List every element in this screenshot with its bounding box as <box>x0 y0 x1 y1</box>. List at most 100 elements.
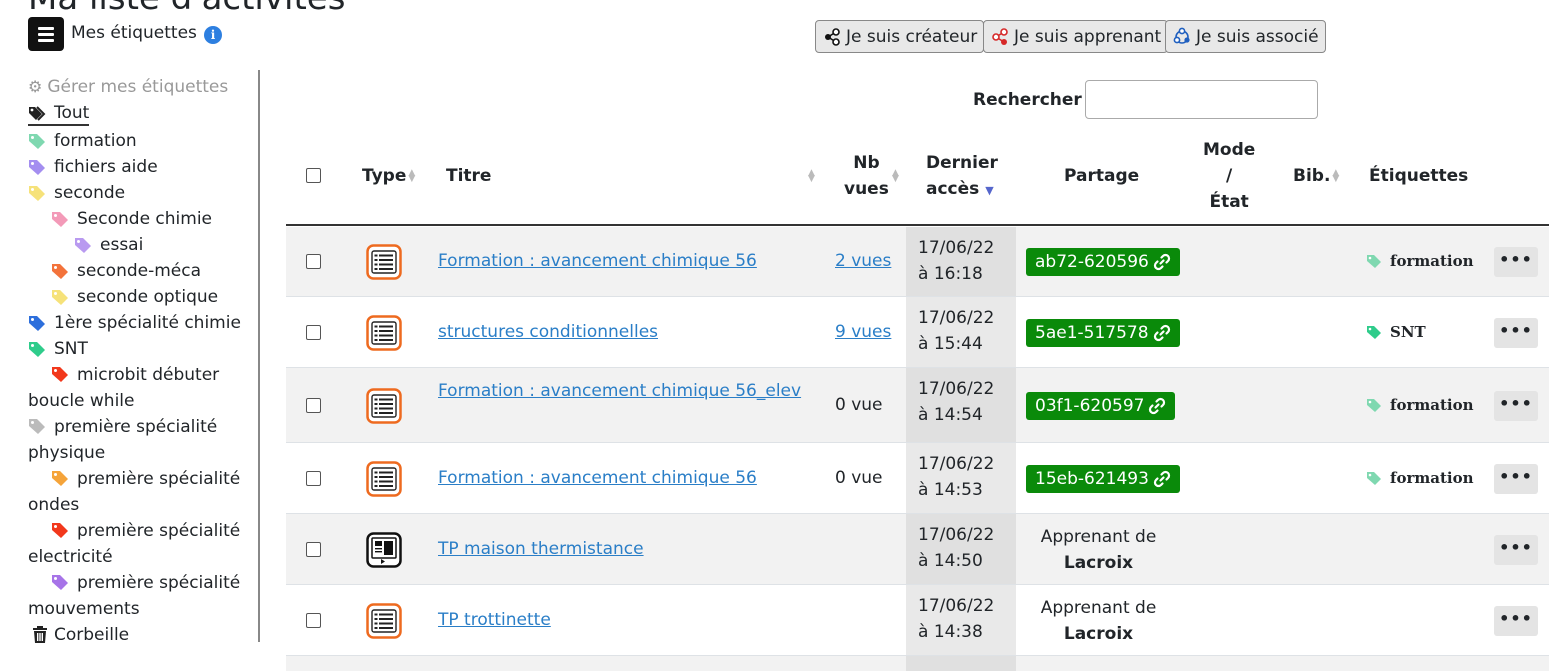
trash-icon <box>33 626 47 643</box>
tag-icon <box>29 316 45 331</box>
sort-desc-icon: ▼ <box>985 184 994 197</box>
list-activity-icon <box>366 244 402 280</box>
header-views[interactable]: Nb vues <box>844 150 889 202</box>
last-access-cell: 17/06/22 à 16:18 <box>906 227 1016 296</box>
role-associate-button[interactable]: Je suis associé <box>1165 20 1326 53</box>
share-code-badge[interactable]: ab72-620596 <box>1026 248 1180 276</box>
table-row[interactable]: Formation : avancement chimique 56 0 vue 1… <box>286 443 1549 514</box>
sidebar-item-tag[interactable]: SNT <box>28 336 248 362</box>
tag-icon <box>52 575 68 590</box>
more-options-button[interactable]: ••• <box>1494 534 1538 565</box>
row-tag[interactable]: formation <box>1366 469 1474 487</box>
sidebar-item-label: formation <box>54 131 137 151</box>
sort-icon[interactable]: ▲ ▼ <box>806 163 815 189</box>
sidebar-item-tag[interactable]: formation <box>28 128 248 154</box>
link-icon <box>1153 324 1170 341</box>
sidebar-item-tag[interactable]: fichiers aide <box>28 154 248 180</box>
tag-icon <box>29 134 45 149</box>
row-checkbox[interactable] <box>306 541 321 557</box>
link-icon <box>1149 397 1166 414</box>
views-link[interactable]: 9 vues <box>835 322 891 342</box>
more-options-button[interactable]: ••• <box>1494 317 1538 348</box>
last-access-date: 17/06/22 <box>918 308 995 328</box>
sidebar-item-tag[interactable]: seconde optique <box>28 284 248 310</box>
more-options-button[interactable]: ••• <box>1494 390 1538 421</box>
manage-tags-link[interactable]: ⚙ Gérer mes étiquettes <box>28 74 248 100</box>
row-checkbox[interactable] <box>306 397 321 413</box>
row-checkbox[interactable] <box>306 324 321 340</box>
sidebar-item-tag[interactable]: première spécialité mouvements <box>28 570 248 622</box>
sidebar-item-label: seconde-méca <box>77 261 202 281</box>
row-tag[interactable]: formation <box>1366 252 1474 270</box>
activity-title-link[interactable]: Formation : avancement chimique 56 <box>438 251 757 271</box>
sort-icon[interactable]: ▲ ▼ <box>890 163 899 189</box>
row-checkbox[interactable] <box>306 470 321 486</box>
more-options-button[interactable]: ••• <box>1494 605 1538 636</box>
search-input[interactable] <box>1085 80 1318 119</box>
row-tag[interactable]: SNT <box>1366 323 1426 341</box>
tags-menu-button[interactable] <box>28 17 64 51</box>
header-type-label: Type <box>362 166 407 186</box>
share-code-badge[interactable]: 03f1-620597 <box>1026 391 1176 420</box>
sidebar-item-tag[interactable]: microbit débuter boucle while <box>28 362 248 414</box>
sidebar-item-tag[interactable]: seconde <box>28 180 248 206</box>
more-options-button[interactable]: ••• <box>1494 463 1538 494</box>
header-last-access[interactable]: Dernier accès ▼ <box>926 150 998 204</box>
role-creator-button[interactable]: Je suis créateur <box>815 20 985 53</box>
table-row[interactable]: Formation : avancement chimique 56_elev 0… <box>286 368 1549 443</box>
sidebar-item-tag[interactable]: essai <box>28 232 248 258</box>
type-icon <box>366 531 402 568</box>
row-checkbox[interactable] <box>306 254 321 269</box>
type-icon <box>366 314 402 351</box>
activity-title-link[interactable]: Formation : avancement chimique 56 <box>438 468 757 488</box>
views-link[interactable]: 2 vues <box>835 251 891 271</box>
tag-icon <box>52 212 68 227</box>
activity-title-link[interactable]: TP trottinette <box>438 610 551 630</box>
header-views-line2: vues <box>844 179 889 199</box>
hamburger-icon <box>38 25 54 43</box>
role-creator-label: Je suis créateur <box>846 26 978 47</box>
header-type[interactable]: Type ▲ ▼ <box>362 163 415 189</box>
views-count: 0 vue <box>835 394 883 415</box>
sidebar-item-trash[interactable]: Corbeille <box>28 622 248 648</box>
sidebar-item-all[interactable]: Tout <box>28 100 248 128</box>
last-access-cell: 17/06/22 à 14:53 <box>906 443 1016 513</box>
sidebar-item-label: Seconde chimie <box>77 209 213 229</box>
header-mode-line1: Mode <box>1203 140 1256 160</box>
share-code-badge[interactable]: 15eb-621493 <box>1026 464 1180 493</box>
activity-title-link[interactable]: TP maison thermistance <box>438 539 644 559</box>
row-checkbox[interactable] <box>306 612 321 628</box>
header-bib[interactable]: Bib. ▲ ▼ <box>1293 163 1339 189</box>
header-title[interactable]: Titre <box>446 163 491 189</box>
role-learner-button[interactable]: Je suis apprenant <box>983 20 1169 53</box>
sort-icon: ▲ ▼ <box>408 168 416 184</box>
manage-tags-label: Gérer mes étiquettes <box>47 77 229 97</box>
header-tags: Étiquettes <box>1369 166 1469 186</box>
select-all-checkbox[interactable] <box>306 168 321 183</box>
sidebar-item-label: seconde optique <box>77 287 219 307</box>
sidebar-item-tag[interactable]: Seconde chimie <box>28 206 248 232</box>
activity-title-link[interactable]: Formation : avancement chimique 56_elev <box>438 381 801 401</box>
share-code: ab72-620596 <box>1035 252 1149 272</box>
sidebar-item-tag[interactable]: première spécialité physique <box>28 414 248 466</box>
activity-title-link[interactable]: structures conditionnelles <box>438 322 658 342</box>
sidebar-item-tag[interactable]: 1ère spécialité chimie <box>28 310 248 336</box>
table-row[interactable]: TP trottinette 17/06/22 à 14:38 Apprenant d… <box>286 585 1549 656</box>
row-tag[interactable]: formation <box>1366 396 1474 414</box>
more-options-button[interactable]: ••• <box>1494 247 1538 277</box>
info-icon[interactable]: i <box>204 26 222 44</box>
table-row[interactable]: TP maison thermistance 17/06/22 à 14:50 App… <box>286 514 1549 585</box>
tags-title: Mes étiquettes <box>71 23 197 43</box>
table-row[interactable]: structures conditionnelles 9 vues 17/06/22… <box>286 297 1549 368</box>
circle-nodes-icon <box>1173 27 1190 44</box>
table-row[interactable] <box>286 656 1549 671</box>
tags-sidebar: ⚙ Gérer mes étiquettes Tout formation fic… <box>28 74 248 648</box>
sidebar-item-tag[interactable]: seconde-méca <box>28 258 248 284</box>
sidebar-item-label: première spécialité physique <box>28 417 218 463</box>
list-activity-icon <box>366 387 402 424</box>
sidebar-item-tag[interactable]: première spécialité ondes <box>28 466 248 518</box>
share-code-badge[interactable]: 5ae1-517578 <box>1026 318 1180 347</box>
table-row[interactable]: Formation : avancement chimique 56 2 vues… <box>286 227 1549 297</box>
sidebar-item-tag[interactable]: première spécialité electricité <box>28 518 248 570</box>
tag-icon <box>29 342 45 357</box>
